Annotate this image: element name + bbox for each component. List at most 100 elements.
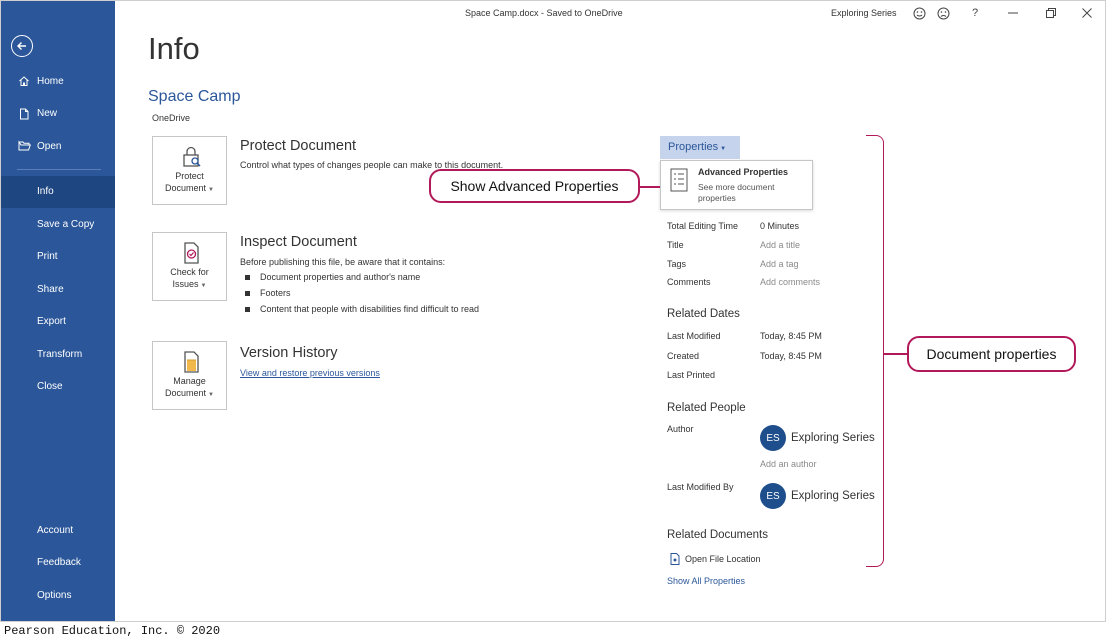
avatar[interactable]: ES — [760, 483, 786, 509]
sidebar-item-print[interactable]: Print — [1, 241, 115, 274]
property-label: Last Modified By — [667, 482, 734, 492]
sidebar-item-label: Open — [37, 140, 62, 152]
open-file-location-label: Open File Location — [685, 554, 761, 564]
sidebar-item-account[interactable]: Account — [1, 514, 115, 547]
minimize-icon[interactable] — [1005, 5, 1021, 21]
list-item: Content that people with disabilities fi… — [245, 301, 479, 317]
lock-search-icon — [179, 145, 203, 169]
new-document-icon — [17, 107, 31, 121]
folder-open-icon — [17, 139, 31, 153]
property-value: Today, 8:45 PM — [760, 331, 822, 341]
button-label-line1: Protect — [175, 171, 204, 181]
file-icon — [670, 553, 680, 565]
property-label: Last Modified — [667, 331, 721, 341]
close-icon[interactable] — [1079, 5, 1095, 21]
sidebar-item-label: Options — [37, 589, 72, 601]
sidebar-item-label: Export — [37, 316, 66, 328]
document-properties-callout: Document properties — [907, 336, 1076, 372]
related-people-header: Related People — [667, 402, 746, 414]
sidebar-bottom-nav: Account Feedback Options — [1, 514, 115, 612]
show-all-properties-link[interactable]: Show All Properties — [667, 576, 745, 586]
sidebar-item-feedback[interactable]: Feedback — [1, 547, 115, 580]
manage-document-button[interactable]: Manage Document ▼ — [152, 341, 227, 410]
home-icon — [17, 74, 31, 88]
advanced-properties-description: See more document properties — [698, 182, 775, 203]
show-advanced-properties-callout: Show Advanced Properties — [429, 169, 640, 203]
protect-document-button[interactable]: Protect Document ▼ — [152, 136, 227, 205]
sidebar-item-close[interactable]: Close — [1, 371, 115, 404]
sidebar-item-info[interactable]: Info — [1, 175, 115, 208]
sidebar-item-label: Info — [37, 186, 54, 198]
document-location: OneDrive — [152, 113, 191, 123]
sidebar-item-save-a-copy[interactable]: Save a Copy — [1, 208, 115, 241]
word-window: Home New Open Info Save a Copy Print Sha… — [0, 0, 1106, 622]
list-item: Document properties and author's name — [245, 269, 479, 285]
sidebar-item-label: Save a Copy — [37, 218, 95, 230]
window-title: Space Camp.docx - Saved to OneDrive — [465, 8, 623, 18]
sidebar-item-export[interactable]: Export — [1, 306, 115, 339]
property-label: Author — [667, 424, 694, 434]
sidebar-item-transform[interactable]: Transform — [1, 338, 115, 371]
back-arrow-icon[interactable] — [11, 35, 33, 57]
open-file-location-link[interactable]: Open File Location — [670, 553, 761, 565]
button-label-line2: Document ▼ — [165, 388, 214, 398]
manage-document-icon — [179, 350, 203, 374]
advanced-properties-menu-item[interactable]: Advanced Properties See more document pr… — [660, 160, 813, 210]
list-item: Footers — [245, 285, 479, 301]
property-value: 0 Minutes — [760, 221, 800, 231]
account-name[interactable]: Exploring Series — [831, 8, 897, 18]
sidebar-item-label: Account — [37, 524, 74, 536]
property-value: Today, 8:45 PM — [760, 351, 822, 361]
version-history-title: Version History — [240, 345, 338, 361]
add-author-field[interactable]: Add an author — [760, 459, 817, 469]
properties-label: Properties — [668, 141, 719, 153]
sidebar-item-options[interactable]: Options — [1, 579, 115, 612]
sidebar-item-label: Feedback — [37, 557, 81, 569]
title-bar: Space Camp.docx - Saved to OneDrive Expl… — [115, 1, 1105, 27]
sidebar-item-new[interactable]: New — [1, 98, 115, 131]
button-label-line2: Issues ▼ — [172, 279, 207, 289]
inspect-document-description: Before publishing this file, be aware th… — [240, 257, 446, 267]
callout-connector — [884, 353, 908, 355]
title-property-field[interactable]: Add a title — [760, 240, 800, 250]
button-label-line1: Manage — [173, 376, 206, 386]
author-name[interactable]: Exploring Series — [791, 432, 875, 444]
related-documents-header: Related Documents — [667, 529, 768, 541]
tags-property-field[interactable]: Add a tag — [760, 259, 799, 269]
inspect-document-title: Inspect Document — [240, 234, 357, 250]
sidebar-nav: Home New Open Info Save a Copy Print Sha… — [1, 65, 115, 403]
help-icon[interactable]: ? — [967, 5, 983, 21]
sidebar-item-share[interactable]: Share — [1, 273, 115, 306]
sidebar-item-label: New — [37, 108, 58, 120]
comments-property-field[interactable]: Add comments — [760, 277, 820, 287]
smile-icon[interactable] — [911, 5, 927, 21]
callout-connector — [638, 186, 660, 188]
restore-icon[interactable] — [1043, 5, 1059, 21]
document-properties-bracket — [866, 135, 884, 567]
sidebar-item-label: Share — [37, 283, 64, 295]
button-label-line1: Check for — [170, 267, 209, 277]
sidebar-item-open[interactable]: Open — [1, 130, 115, 163]
related-dates-header: Related Dates — [667, 308, 740, 320]
frown-icon[interactable] — [935, 5, 951, 21]
check-for-issues-button[interactable]: Check for Issues ▼ — [152, 232, 227, 301]
last-modified-by-name[interactable]: Exploring Series — [791, 490, 875, 502]
properties-list-icon — [670, 168, 688, 192]
sidebar-item-label: Print — [37, 251, 58, 263]
backstage-sidebar: Home New Open Info Save a Copy Print Sha… — [1, 1, 115, 621]
sidebar-item-home[interactable]: Home — [1, 65, 115, 98]
property-label: Comments — [667, 277, 711, 287]
sidebar-item-label: Close — [37, 381, 63, 393]
sidebar-item-label: Home — [37, 75, 64, 87]
inspect-document-icon — [179, 241, 203, 265]
property-label: Last Printed — [667, 370, 716, 380]
view-previous-versions-link[interactable]: View and restore previous versions — [240, 368, 380, 378]
document-name: Space Camp — [148, 88, 241, 105]
page-title: Info — [148, 31, 200, 66]
property-label: Tags — [667, 259, 687, 269]
properties-dropdown-button[interactable]: Properties ▼ — [660, 136, 740, 159]
copyright-footer: Pearson Education, Inc. © 2020 — [4, 624, 221, 638]
button-label-line2: Document ▼ — [165, 183, 214, 193]
protect-document-title: Protect Document — [240, 138, 357, 154]
avatar[interactable]: ES — [760, 425, 786, 451]
